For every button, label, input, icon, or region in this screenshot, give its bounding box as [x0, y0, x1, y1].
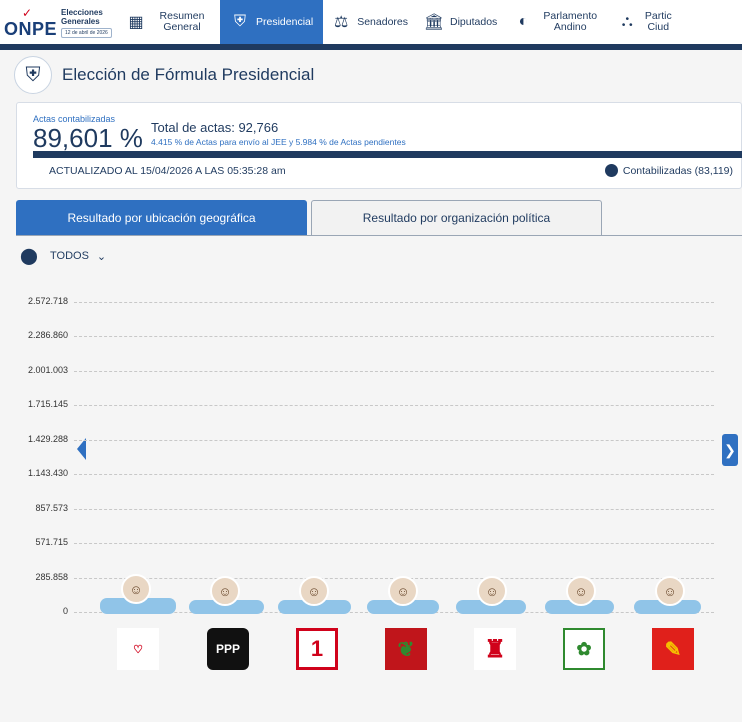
gridline	[74, 405, 714, 407]
nav-label: Diputados	[450, 15, 498, 28]
actas-subtext: 4.415 % de Actas para envío al JEE y 5.9…	[151, 137, 406, 147]
nav-label: Senadores	[357, 15, 408, 28]
nav-presidencial[interactable]: ⛨ Presidencial	[220, 0, 324, 44]
y-tick-label: 1.143.430	[27, 468, 68, 479]
chevron-down-icon: ⌄	[96, 250, 107, 263]
actas-percent: 89,601 %	[33, 123, 143, 153]
gridline	[74, 474, 714, 476]
y-tick-label: 2.001.003	[27, 364, 68, 375]
y-tick-label: 285.858	[35, 571, 68, 582]
y-tick-label: 571.715	[35, 537, 68, 548]
logo-text: ONPE	[4, 19, 58, 39]
shield-icon: ⛨	[233, 13, 246, 30]
legend-label: Contabilizadas (83,119)	[622, 164, 733, 177]
nav-label: Resumen General	[159, 10, 205, 33]
logo-side: Elecciones Generales 12 de abril de 2026	[61, 8, 112, 38]
logo-title-1: Elecciones	[61, 8, 103, 17]
party-logo-pencil: ✎	[652, 628, 694, 670]
candidate-avatar: ☺	[566, 576, 596, 606]
location-filter[interactable]: ⬤ TODOS ⌄	[20, 246, 106, 266]
candidate-avatar: ☺	[477, 576, 507, 606]
gridline	[74, 508, 714, 510]
y-tick-label: 857.573	[35, 502, 68, 513]
chart-prev-arrow[interactable]	[77, 438, 86, 460]
people-icon: ⛬	[621, 13, 633, 30]
y-tick-label: 1.715.145	[27, 399, 68, 410]
gridline	[74, 302, 714, 303]
party-logo-somos-peru: ♡	[117, 628, 159, 670]
top-navbar: ✓ ONPE Elecciones Generales 12 de abril …	[0, 0, 742, 44]
map-pin-icon: ⬤	[20, 248, 38, 265]
nav-label: Parlamento Andino	[543, 10, 598, 33]
page-header: ⛨ Elección de Fórmula Presidencial	[14, 56, 314, 94]
tab-ubicacion-geografica[interactable]: Resultado por ubicación geográfica	[16, 200, 307, 235]
party-logo-unido-peru: ✿	[563, 628, 605, 670]
gridline	[74, 370, 714, 372]
legend-contabilizadas: Contabilizadas (83,119)	[604, 164, 733, 177]
nav-label: Presidencial	[256, 15, 314, 28]
party-logo-leaf: ❦	[385, 628, 427, 670]
votes-bar-chart: ❯ 2.572.718 2.286.860 2.001.003 1.715.145 1.…	[0, 290, 742, 630]
gridline	[74, 336, 714, 338]
candidate-avatar: ☺	[210, 576, 240, 606]
date-badge: 12 de abril de 2026	[61, 28, 112, 38]
y-tick-label: 1.429.288	[27, 433, 68, 444]
logo-mark: ✓ ONPE	[4, 6, 57, 38]
flag-icon: ✓	[22, 6, 33, 20]
navbar-underline	[0, 44, 742, 50]
tab-organizacion-politica[interactable]: Resultado por organización política	[311, 200, 602, 235]
nav-diputados[interactable]: 🏛 Diputados	[416, 0, 505, 44]
candidate-avatar: ☺	[388, 576, 418, 606]
globe-icon: ◐	[518, 13, 529, 30]
legend-dot	[604, 164, 618, 177]
nav-resumen-general[interactable]: ▦ Resumen General	[118, 0, 220, 44]
nav-parlamento-andino[interactable]: ◐ Parlamento Andino	[505, 0, 609, 44]
page-title: Elección de Fórmula Presidencial	[62, 65, 315, 84]
senate-icon: ⚖	[334, 14, 349, 31]
nav-senadores[interactable]: ⚖ Senadores	[323, 0, 416, 44]
updated-timestamp: ACTUALIZADO AL 15/04/2026 A LAS 05:35:28…	[49, 165, 286, 177]
onpe-logo[interactable]: ✓ ONPE Elecciones Generales 12 de abril …	[0, 0, 118, 44]
y-tick-label: 2.286.860	[27, 330, 68, 341]
candidate-avatar: ☺	[299, 576, 329, 606]
total-actas: Total de actas: 92,766	[151, 120, 279, 135]
result-tabs: Resultado por ubicación geográfica Resul…	[16, 200, 742, 236]
party-logo-1: 1	[296, 628, 338, 670]
coat-of-arms-icon: ⛨	[14, 56, 52, 94]
y-tick-label: 2.572.718	[27, 296, 68, 306]
gridline	[74, 543, 714, 545]
candidate-avatar: ☺	[655, 576, 685, 606]
logo-title-2: Generales	[61, 17, 100, 26]
nav-label: Partic Ciud	[644, 10, 672, 33]
progress-bar	[33, 151, 742, 158]
chart-next-button[interactable]: ❯	[722, 434, 738, 466]
party-logo-figure: ♜	[474, 628, 516, 670]
building-icon: 🏛	[423, 14, 445, 31]
party-logo-ppp: PPP	[207, 628, 249, 670]
location-label: TODOS	[50, 250, 89, 262]
dashboard-icon: ▦	[128, 14, 144, 31]
summary-card: Actas contabilizadas 89,601 % Total de a…	[16, 102, 742, 189]
nav-participacion[interactable]: ⛬ Partic Ciud	[609, 0, 681, 44]
gridline	[74, 439, 714, 441]
y-tick-label: 0	[62, 606, 68, 616]
